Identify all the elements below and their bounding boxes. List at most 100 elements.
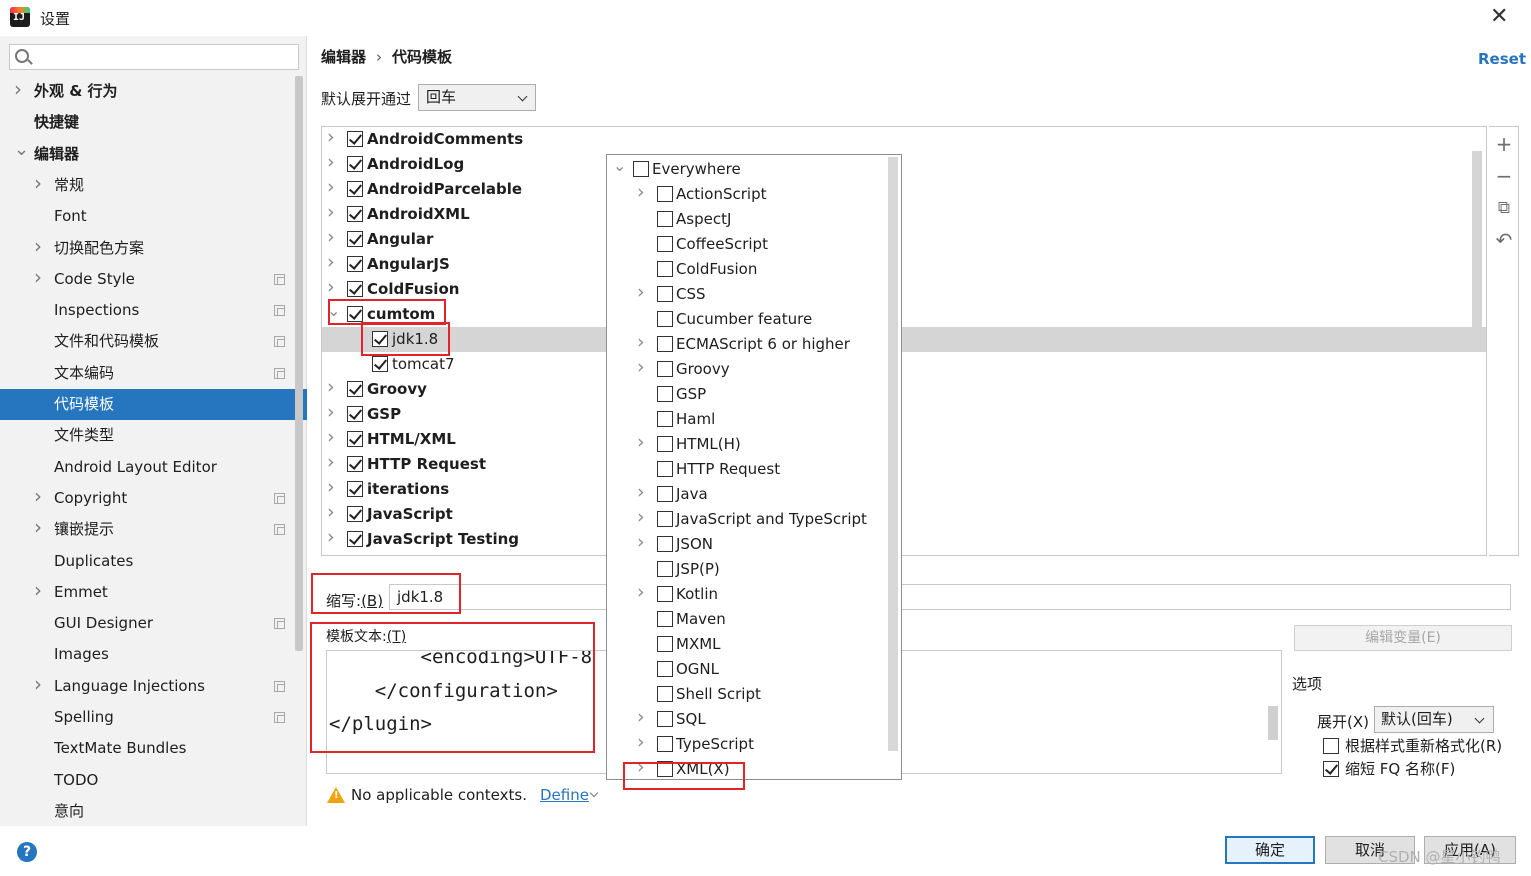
chevron-right-icon[interactable]: › — [34, 168, 42, 199]
context-popup-scrollbar[interactable] — [888, 157, 898, 751]
context-checkbox[interactable] — [657, 286, 673, 302]
template-checkbox[interactable] — [347, 531, 363, 547]
context-option[interactable]: › JavaScript and TypeScript — [607, 506, 901, 532]
context-checkbox[interactable] — [657, 511, 673, 527]
sidebar-item[interactable]: Android Layout Editor — [0, 452, 307, 483]
template-text-scrollbar[interactable] — [1268, 706, 1278, 740]
context-option[interactable]: › HTML(H) — [607, 431, 901, 457]
edit-variables-button[interactable]: 编辑变量(E) — [1294, 625, 1512, 651]
context-option[interactable]: MXML — [607, 632, 901, 657]
context-checkbox[interactable] — [657, 486, 673, 502]
sidebar-item[interactable]: › Code Style — [0, 264, 307, 295]
context-option[interactable]: › SQL — [607, 705, 901, 732]
template-checkbox[interactable] — [347, 181, 363, 197]
chevron-down-icon[interactable] — [589, 788, 599, 798]
sidebar-item[interactable]: 意向 — [0, 796, 307, 827]
chevron-right-icon[interactable]: › — [327, 525, 335, 550]
chevron-down-icon[interactable]: ⌄ — [613, 155, 626, 178]
sidebar-item[interactable]: TODO — [0, 765, 307, 796]
context-option[interactable]: CoffeeScript — [607, 232, 901, 257]
sidebar-item[interactable]: › 常规 — [0, 170, 307, 201]
context-checkbox[interactable] — [657, 436, 673, 452]
chevron-right-icon[interactable]: › — [327, 425, 335, 450]
template-checkbox[interactable] — [347, 406, 363, 422]
template-group-row[interactable]: › JavaScript — [322, 500, 1486, 527]
chevron-right-icon[interactable]: › — [637, 480, 645, 505]
chevron-right-icon[interactable]: › — [327, 250, 335, 275]
context-option[interactable]: › ActionScript — [607, 181, 901, 207]
breadcrumb-editor[interactable]: 编辑器 — [321, 48, 366, 66]
context-checkbox[interactable] — [657, 561, 673, 577]
template-group-row[interactable]: › AndroidLog — [322, 150, 1486, 177]
context-option[interactable]: › XML(X) — [607, 755, 901, 779]
template-checkbox[interactable] — [347, 281, 363, 297]
context-option[interactable]: Cucumber feature — [607, 307, 901, 332]
context-option[interactable]: GSP — [607, 382, 901, 407]
template-row[interactable]: jdk1.8 — [322, 327, 1486, 352]
chevron-right-icon[interactable]: › — [14, 74, 22, 105]
template-checkbox[interactable] — [347, 506, 363, 522]
sidebar-item[interactable]: › Language Injections — [0, 671, 307, 702]
chevron-down-icon[interactable]: ⌄ — [327, 298, 340, 323]
context-option[interactable]: JSP(P) — [607, 557, 901, 582]
sidebar-item[interactable]: Font — [0, 201, 307, 232]
sidebar-item[interactable]: TextMate Bundles — [0, 733, 307, 764]
context-checkbox[interactable] — [657, 336, 673, 352]
template-group-row[interactable]: › AndroidComments — [322, 127, 1486, 152]
template-group-row[interactable]: › Groovy — [322, 375, 1486, 402]
sidebar-item[interactable]: › 镶嵌提示 — [0, 514, 307, 545]
sidebar-item[interactable]: ⌄ 编辑器 — [0, 139, 307, 170]
context-option[interactable]: › JSON — [607, 530, 901, 557]
chevron-right-icon[interactable]: › — [34, 231, 42, 262]
chevron-right-icon[interactable]: › — [34, 669, 42, 700]
chevron-right-icon[interactable]: › — [637, 580, 645, 605]
template-checkbox[interactable] — [347, 131, 363, 147]
context-option[interactable]: › CSS — [607, 281, 901, 307]
context-option[interactable]: ⌄ Everywhere — [607, 155, 901, 182]
context-option[interactable]: Shell Script — [607, 682, 901, 707]
expand-by-select[interactable]: 回车 — [418, 84, 536, 111]
context-option[interactable]: › Kotlin — [607, 580, 901, 607]
sidebar-item[interactable]: 文件和代码模板 — [0, 326, 307, 357]
chevron-right-icon[interactable]: › — [327, 500, 335, 525]
context-checkbox[interactable] — [657, 461, 673, 477]
template-group-row[interactable]: › AngularJS — [322, 250, 1486, 277]
template-group-row[interactable]: › Angular — [322, 226, 1486, 252]
template-checkbox[interactable] — [347, 256, 363, 272]
sidebar-item[interactable]: › 外观 & 行为 — [0, 76, 307, 107]
context-option[interactable]: › TypeScript — [607, 730, 901, 757]
template-group-row[interactable]: › iterations — [322, 476, 1486, 502]
chevron-down-icon[interactable]: ⌄ — [14, 134, 29, 165]
context-checkbox[interactable] — [657, 686, 673, 702]
context-checkbox[interactable] — [633, 161, 649, 177]
shorten-fq-checkbox-box[interactable] — [1323, 761, 1339, 777]
chevron-right-icon[interactable]: › — [327, 375, 335, 400]
template-group-row[interactable]: › HTTP Request — [322, 451, 1486, 477]
context-checkbox[interactable] — [657, 186, 673, 202]
chevron-right-icon[interactable]: › — [637, 755, 645, 779]
add-template-button[interactable]: + — [1493, 133, 1515, 155]
template-group-row[interactable]: › AndroidParcelable — [322, 176, 1486, 202]
context-checkbox[interactable] — [657, 711, 673, 727]
context-option[interactable]: › Java — [607, 480, 901, 507]
context-option[interactable]: Maven — [607, 607, 901, 632]
template-checkbox[interactable] — [372, 356, 388, 372]
context-checkbox[interactable] — [657, 536, 673, 552]
sidebar-scrollbar[interactable] — [295, 76, 303, 651]
chevron-right-icon[interactable]: › — [637, 705, 645, 730]
context-checkbox[interactable] — [657, 736, 673, 752]
chevron-right-icon[interactable]: › — [637, 730, 645, 755]
chevron-right-icon[interactable]: › — [637, 530, 645, 555]
chevron-right-icon[interactable]: › — [327, 150, 335, 175]
template-checkbox[interactable] — [347, 206, 363, 222]
chevron-right-icon[interactable]: › — [34, 262, 42, 293]
chevron-right-icon[interactable]: › — [637, 355, 645, 380]
context-checkbox[interactable] — [657, 311, 673, 327]
context-option[interactable]: › ECMAScript 6 or higher — [607, 331, 901, 357]
remove-template-button[interactable]: − — [1493, 165, 1515, 187]
template-group-row[interactable]: › GSP — [322, 401, 1486, 427]
context-checkbox[interactable] — [657, 211, 673, 227]
chevron-right-icon[interactable]: › — [327, 200, 335, 225]
template-checkbox[interactable] — [347, 231, 363, 247]
template-group-row[interactable]: › AndroidXML — [322, 200, 1486, 227]
